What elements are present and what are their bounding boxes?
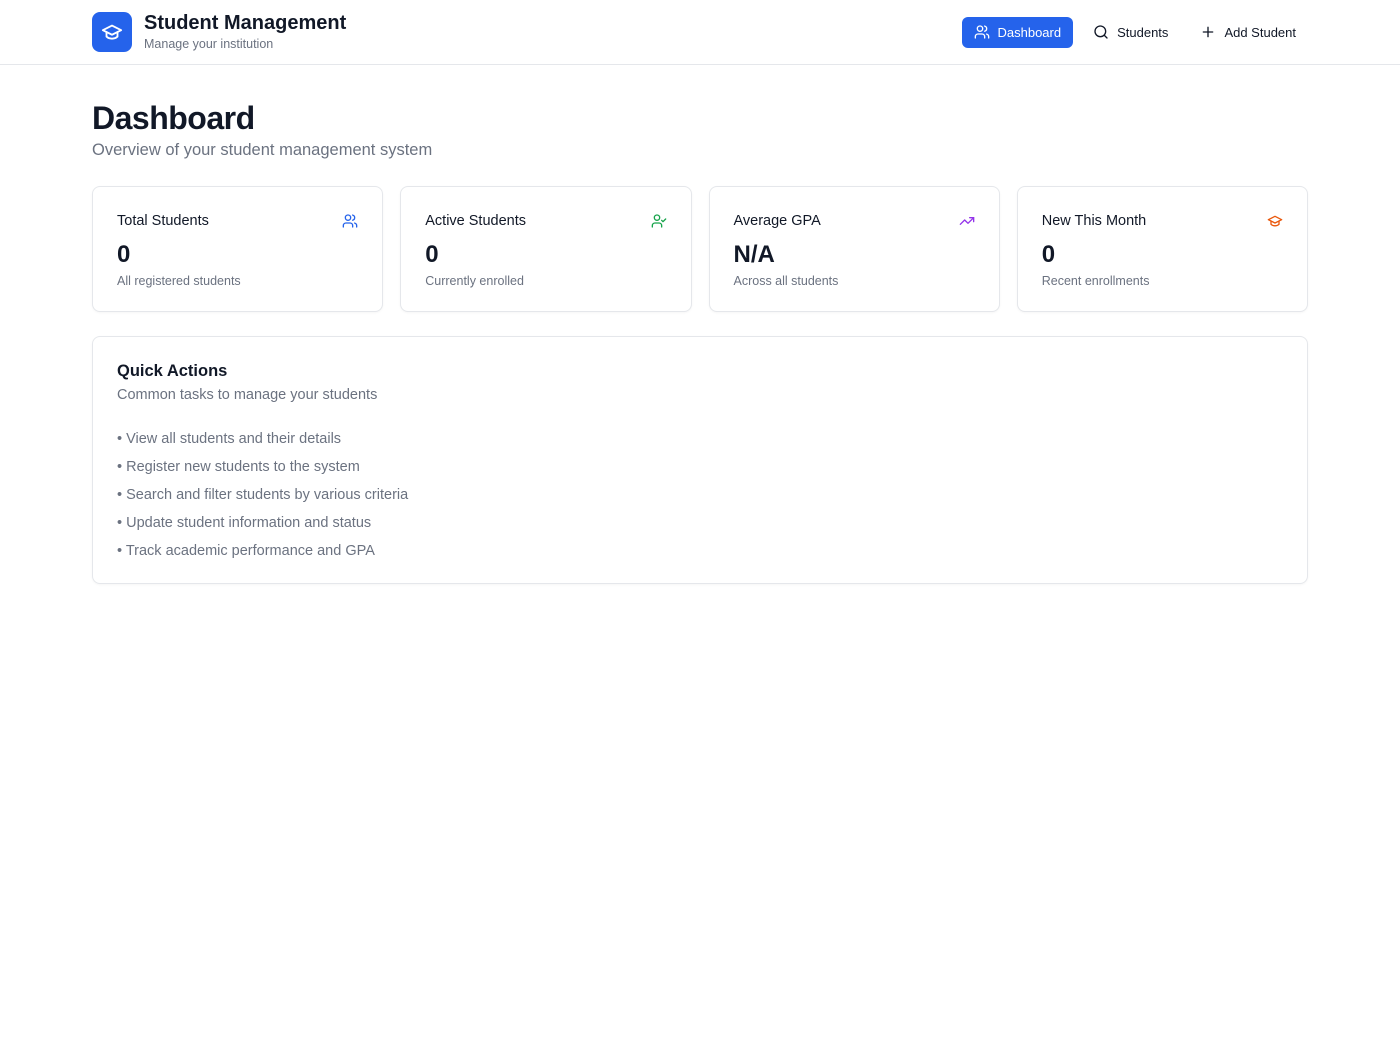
stat-value: 0 (1041, 241, 1056, 268)
stat-description: Recent enrollments (1041, 274, 1150, 288)
plus-icon (1203, 26, 1214, 38)
app-header: Student Management Manage your instituti… (0, 0, 1400, 65)
brand: Student Management Manage your instituti… (92, 11, 346, 53)
list-item: • Register new students to the system (117, 459, 360, 475)
main-content: Dashboard Overview of your student manag… (0, 65, 1400, 584)
quick-actions-subtitle: Common tasks to manage your students (117, 387, 378, 403)
stats-row: Total Students 0 All registered students… (92, 186, 1308, 312)
app-title: Student Management (144, 12, 347, 34)
search-icon (1094, 25, 1108, 39)
quick-actions-title: Quick Actions (117, 362, 228, 380)
users-icon (342, 214, 358, 228)
stat-card-total-students: Total Students 0 All registered students (92, 186, 384, 312)
list-item: • Update student information and status (117, 515, 372, 531)
user-check-icon (651, 214, 666, 228)
list-item: • Track academic performance and GPA (117, 543, 375, 559)
page-title: Dashboard (92, 100, 255, 136)
stat-card-active-students: Active Students 0 Currently enrolled (400, 186, 692, 312)
stat-label: Average GPA (733, 213, 821, 229)
stat-description: Currently enrolled (425, 274, 524, 288)
stat-description: All registered students (117, 274, 241, 288)
nav-add-student-button[interactable]: Add Student (1188, 17, 1308, 48)
stat-card-average-gpa: Average GPA N/A Across all students (708, 186, 1000, 312)
users-icon (974, 25, 989, 39)
graduation-cap-icon (92, 12, 132, 52)
page-subtitle: Overview of your student management syst… (92, 141, 433, 159)
nav-students-label: Students (1117, 24, 1169, 40)
stat-label: Total Students (117, 213, 209, 229)
trending-up-icon (959, 217, 975, 225)
nav-students-button[interactable]: Students (1081, 17, 1180, 48)
quick-actions-card: Quick Actions Common tasks to manage you… (92, 336, 1308, 584)
nav-dashboard-button[interactable]: Dashboard (961, 16, 1074, 48)
graduation-cap-icon (1267, 215, 1283, 227)
stat-value: 0 (117, 241, 131, 268)
list-item: • Search and filter students by various … (117, 487, 409, 503)
stat-description: Across all students (733, 274, 839, 288)
app-subtitle: Manage your institution (144, 37, 274, 51)
nav-dashboard-label: Dashboard (997, 24, 1062, 40)
stat-value: N/A (733, 241, 775, 268)
main-nav: Dashboard Students Add Student (961, 16, 1309, 48)
stat-label: New This Month (1041, 213, 1147, 229)
quick-actions-list: • View all students and their details • … (117, 429, 1283, 561)
stat-card-new-this-month: New This Month 0 Recent enrollments (1016, 186, 1308, 312)
nav-add-student-label: Add Student (1224, 24, 1296, 40)
stat-label: Active Students (425, 213, 526, 229)
list-item: • View all students and their details (117, 431, 342, 447)
stat-value: 0 (425, 241, 439, 268)
